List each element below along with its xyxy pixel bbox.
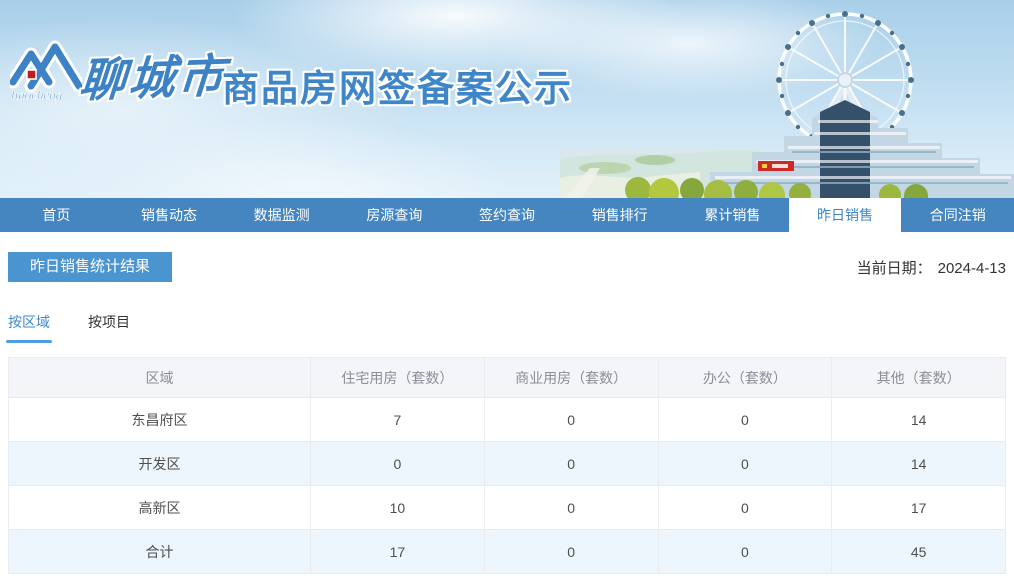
cell-other: 14 bbox=[831, 397, 1006, 442]
cell-other: 45 bbox=[831, 529, 1006, 574]
cell-commercial: 0 bbox=[483, 441, 659, 486]
cell-office: 0 bbox=[657, 529, 833, 574]
tab-by-region[interactable]: 按区域 bbox=[6, 312, 52, 343]
main-nav: 首页 销售动态 数据监测 房源查询 签约查询 销售排行 累计销售 昨日销售 合同… bbox=[0, 198, 1014, 232]
current-date-label: 当前日期： bbox=[856, 259, 932, 277]
nav-item-contract-search[interactable]: 签约查询 bbox=[451, 198, 564, 232]
column-header-other: 其他（套数） bbox=[831, 357, 1006, 398]
nav-item-sales-ranking[interactable]: 销售排行 bbox=[563, 198, 676, 232]
ferris-wheel-building-photo bbox=[560, 11, 1014, 198]
nav-item-home[interactable]: 首页 bbox=[0, 198, 113, 232]
page-viewport: liaocheng 聊城市 商品房网签备案公示 首页 销售动态 数据监测 房源查… bbox=[0, 0, 1014, 581]
logo-script-text: liaocheng bbox=[11, 87, 63, 102]
cell-residential: 10 bbox=[310, 485, 485, 530]
table-row: 东昌府区 7 0 0 14 bbox=[8, 397, 1006, 442]
site-banner: liaocheng 聊城市 商品房网签备案公示 bbox=[0, 0, 1014, 198]
section-title-badge: 昨日销售统计结果 bbox=[8, 252, 173, 282]
brand-city-name: 聊城市 bbox=[77, 50, 229, 107]
column-header-commercial: 商业用房（套数） bbox=[483, 357, 659, 398]
cell-office: 0 bbox=[657, 485, 833, 530]
cell-region: 开发区 bbox=[8, 441, 311, 486]
table-row-total: 合计 17 0 0 45 bbox=[8, 529, 1006, 574]
yesterday-sales-table: 区域 住宅用房（套数） 商业用房（套数） 办公（套数） 其他（套数） 东昌府区 … bbox=[8, 357, 1006, 574]
logo-red-square-icon bbox=[26, 69, 37, 80]
nav-item-sales-dynamics[interactable]: 销售动态 bbox=[113, 198, 226, 232]
table-row: 开发区 0 0 0 14 bbox=[8, 441, 1006, 486]
table-header-row: 区域 住宅用房（套数） 商业用房（套数） 办公（套数） 其他（套数） bbox=[8, 357, 1006, 398]
cell-office: 0 bbox=[657, 397, 833, 442]
nav-item-cumulative-sales[interactable]: 累计销售 bbox=[676, 198, 789, 232]
cell-office: 0 bbox=[657, 441, 833, 486]
column-header-office: 办公（套数） bbox=[657, 357, 833, 398]
current-date-value: 2024-4-13 bbox=[937, 259, 1006, 277]
cell-other: 14 bbox=[831, 441, 1006, 486]
nav-item-contract-cancellation[interactable]: 合同注销 bbox=[901, 198, 1014, 232]
cell-region: 东昌府区 bbox=[8, 397, 311, 442]
view-tabs: 按区域 按项目 bbox=[6, 312, 1014, 343]
current-date: 当前日期： 2024-4-13 bbox=[857, 257, 1006, 278]
cell-commercial: 0 bbox=[483, 485, 659, 530]
column-header-region: 区域 bbox=[8, 357, 311, 398]
section-bar: 昨日销售统计结果 当前日期： 2024-4-13 bbox=[8, 252, 1006, 282]
cell-other: 17 bbox=[831, 485, 1006, 530]
cell-residential: 0 bbox=[310, 441, 485, 486]
cell-region: 合计 bbox=[8, 529, 311, 574]
nav-item-data-monitoring[interactable]: 数据监测 bbox=[225, 198, 338, 232]
brand-logo[interactable]: liaocheng bbox=[10, 40, 82, 102]
column-header-residential: 住宅用房（套数） bbox=[310, 357, 485, 398]
site-title: 商品房网签备案公示 bbox=[222, 68, 573, 109]
tab-by-project[interactable]: 按项目 bbox=[88, 312, 130, 336]
nav-item-yesterday-sales[interactable]: 昨日销售 bbox=[788, 198, 902, 232]
cell-commercial: 0 bbox=[483, 529, 659, 574]
nav-item-listing-search[interactable]: 房源查询 bbox=[338, 198, 451, 232]
table-row: 高新区 10 0 0 17 bbox=[8, 485, 1006, 530]
cell-residential: 7 bbox=[310, 397, 485, 442]
cell-commercial: 0 bbox=[483, 397, 659, 442]
cell-region: 高新区 bbox=[8, 485, 311, 530]
cell-residential: 17 bbox=[310, 529, 485, 574]
